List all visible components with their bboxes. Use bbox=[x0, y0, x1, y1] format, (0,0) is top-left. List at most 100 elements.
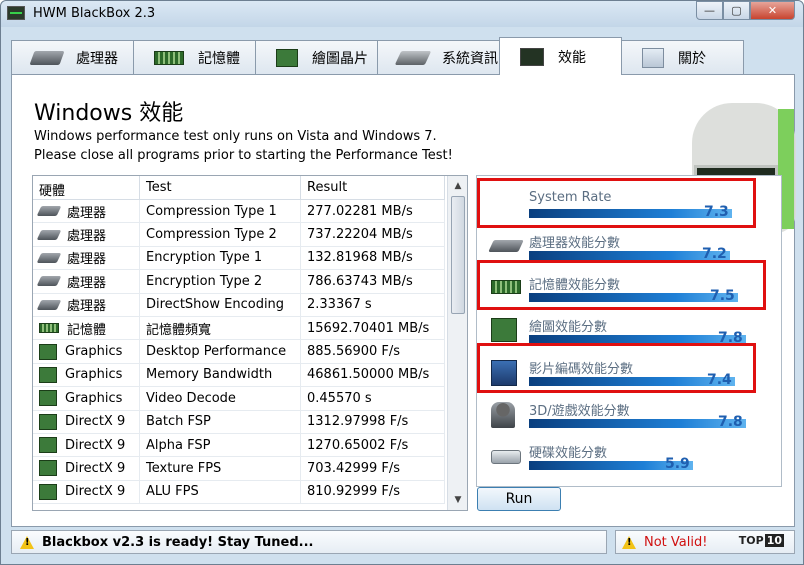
table-row[interactable]: DirectX 9 Alpha FSP 1270.65002 F/s bbox=[33, 433, 445, 458]
cell-result: 132.81968 MB/s bbox=[301, 246, 445, 270]
column-header-hardware[interactable]: 硬體 bbox=[33, 176, 140, 200]
gpu-icon bbox=[39, 366, 57, 383]
table-row[interactable]: 處理器 DirectShow Encoding 2.33367 s bbox=[33, 293, 445, 317]
column-header-result[interactable]: Result bbox=[301, 176, 445, 200]
rating-value: 5.9 bbox=[665, 456, 690, 472]
tab-label: 繪圖晶片 bbox=[312, 51, 368, 67]
close-button[interactable]: ✕ bbox=[750, 1, 795, 20]
cell-hardware: DirectX 9 bbox=[33, 410, 140, 433]
tab-system-info[interactable]: 系統資訊 bbox=[377, 40, 500, 75]
warning-icon bbox=[20, 535, 34, 549]
cell-test: Compression Type 2 bbox=[140, 223, 301, 246]
intro-line-1: Windows performance test only runs on Vi… bbox=[34, 129, 437, 144]
gpu-icon bbox=[39, 460, 57, 477]
rating-label: 繪圖效能分數 bbox=[529, 320, 608, 335]
hardware-label: 處理器 bbox=[67, 229, 107, 245]
rating-item: 硬碟效能分數 5.9 bbox=[477, 434, 783, 476]
table-row[interactable]: 處理器 Compression Type 2 737.22204 MB/s bbox=[33, 223, 445, 247]
ram-icon bbox=[154, 51, 184, 65]
tab-cpu[interactable]: 處理器 bbox=[11, 40, 134, 75]
table-row[interactable]: 處理器 Encryption Type 1 132.81968 MB/s bbox=[33, 246, 445, 271]
cpu-icon bbox=[488, 240, 524, 252]
window-controls: — ▢ ✕ bbox=[696, 1, 795, 21]
gpu-icon bbox=[276, 49, 298, 67]
title-bar[interactable]: HWM BlackBox 2.3 — ▢ ✕ bbox=[1, 1, 803, 27]
table-row[interactable]: DirectX 9 Texture FPS 703.42999 F/s bbox=[33, 457, 445, 481]
top10-logo: TOP 10 bbox=[739, 534, 784, 547]
game-icon bbox=[491, 402, 515, 428]
cpu-icon bbox=[36, 299, 62, 310]
cell-hardware: Graphics bbox=[33, 340, 140, 363]
intro-line-2: Please close all programs prior to start… bbox=[34, 148, 453, 163]
run-button[interactable]: Run bbox=[477, 487, 561, 511]
hardware-label: DirectX 9 bbox=[65, 414, 126, 430]
validity-status: Not Valid! TOP10 bbox=[615, 530, 795, 554]
cell-result: 810.92999 F/s bbox=[301, 480, 445, 504]
cell-test: Memory Bandwidth bbox=[140, 363, 301, 387]
table-row[interactable]: Graphics Desktop Performance 885.56900 F/s bbox=[33, 340, 445, 364]
table-row[interactable]: Graphics Video Decode 0.45570 s bbox=[33, 387, 445, 411]
cell-hardware: Graphics bbox=[33, 387, 140, 410]
cell-result: 703.42999 F/s bbox=[301, 457, 445, 480]
warning-icon bbox=[622, 535, 636, 549]
ram-icon bbox=[39, 323, 59, 334]
gpu-icon bbox=[39, 413, 57, 430]
cpu-icon bbox=[36, 276, 62, 287]
status-message: Blackbox v2.3 is ready! Stay Tuned... bbox=[42, 534, 314, 550]
rating-label: 3D/遊戲效能分數 bbox=[529, 404, 630, 419]
performance-icon bbox=[520, 47, 544, 66]
cell-test: Batch FSP bbox=[140, 410, 301, 433]
maximize-button[interactable]: ▢ bbox=[723, 1, 750, 20]
highlight-video-rate bbox=[477, 343, 756, 393]
hardware-label: DirectX 9 bbox=[65, 484, 126, 500]
table-row[interactable]: DirectX 9 Batch FSP 1312.97998 F/s bbox=[33, 410, 445, 434]
column-header-test[interactable]: Test bbox=[140, 176, 301, 200]
gpu-icon bbox=[39, 343, 57, 360]
performance-panel: Windows 效能 Windows performance test only… bbox=[11, 74, 796, 527]
minimize-button[interactable]: — bbox=[696, 1, 723, 20]
cell-test: Desktop Performance bbox=[140, 340, 301, 363]
rating-bar bbox=[529, 251, 730, 260]
cell-test: DirectShow Encoding bbox=[140, 293, 301, 316]
table-row[interactable]: 處理器 Compression Type 1 277.02281 MB/s bbox=[33, 200, 445, 224]
cell-result: 2.33367 s bbox=[301, 293, 445, 316]
table-row[interactable]: 記憶體 記憶體頻寬 15692.70401 MB/s bbox=[33, 316, 445, 341]
cpu-icon bbox=[36, 206, 62, 217]
system-icon bbox=[394, 51, 432, 65]
hardware-label: 處理器 bbox=[67, 275, 107, 291]
cell-hardware: 處理器 bbox=[33, 246, 140, 270]
logo-text: TOP bbox=[738, 534, 764, 547]
table-row[interactable]: Graphics Memory Bandwidth 46861.50000 MB/s bbox=[33, 363, 445, 388]
hardware-label: Graphics bbox=[65, 390, 123, 406]
rating-label: 硬碟效能分數 bbox=[529, 446, 608, 461]
intro-text: Windows performance test only runs on Vi… bbox=[34, 127, 453, 165]
hardware-label: 記憶體 bbox=[67, 322, 107, 338]
scroll-down-icon[interactable]: ▼ bbox=[450, 492, 466, 508]
tab-label: 記憶體 bbox=[198, 51, 240, 67]
cell-hardware: 處理器 bbox=[33, 270, 140, 293]
cell-hardware: 處理器 bbox=[33, 200, 140, 223]
hardware-label: 處理器 bbox=[67, 299, 107, 315]
highlight-memory-rate bbox=[477, 260, 766, 310]
table-row[interactable]: 處理器 Encryption Type 2 786.63743 MB/s bbox=[33, 270, 445, 294]
scroll-thumb[interactable] bbox=[451, 196, 465, 314]
cell-test: Video Decode bbox=[140, 387, 301, 410]
tab-performance[interactable]: 效能 bbox=[499, 37, 622, 75]
table-row[interactable]: DirectX 9 ALU FPS 810.92999 F/s bbox=[33, 480, 445, 505]
results-table: 硬體 Test Result 處理器 Compression Type 1 277.… bbox=[32, 175, 468, 511]
tab-about[interactable]: 關於 bbox=[621, 40, 744, 75]
tab-label: 系統資訊 bbox=[442, 51, 498, 67]
hardware-label: 處理器 bbox=[67, 252, 107, 268]
cell-result: 46861.50000 MB/s bbox=[301, 363, 445, 387]
app-icon bbox=[7, 6, 25, 20]
hardware-label: Graphics bbox=[65, 367, 123, 383]
tab-graphics[interactable]: 繪圖晶片 bbox=[255, 40, 378, 75]
cell-test: Encryption Type 2 bbox=[140, 270, 301, 293]
scroll-up-icon[interactable]: ▲ bbox=[450, 178, 466, 194]
tab-label: 效能 bbox=[558, 49, 586, 66]
gpu-icon bbox=[39, 483, 57, 500]
tab-memory[interactable]: 記憶體 bbox=[133, 40, 256, 75]
cell-test: ALU FPS bbox=[140, 480, 301, 504]
cell-hardware: 處理器 bbox=[33, 293, 140, 316]
table-scrollbar[interactable]: ▲ ▼ bbox=[447, 176, 467, 510]
